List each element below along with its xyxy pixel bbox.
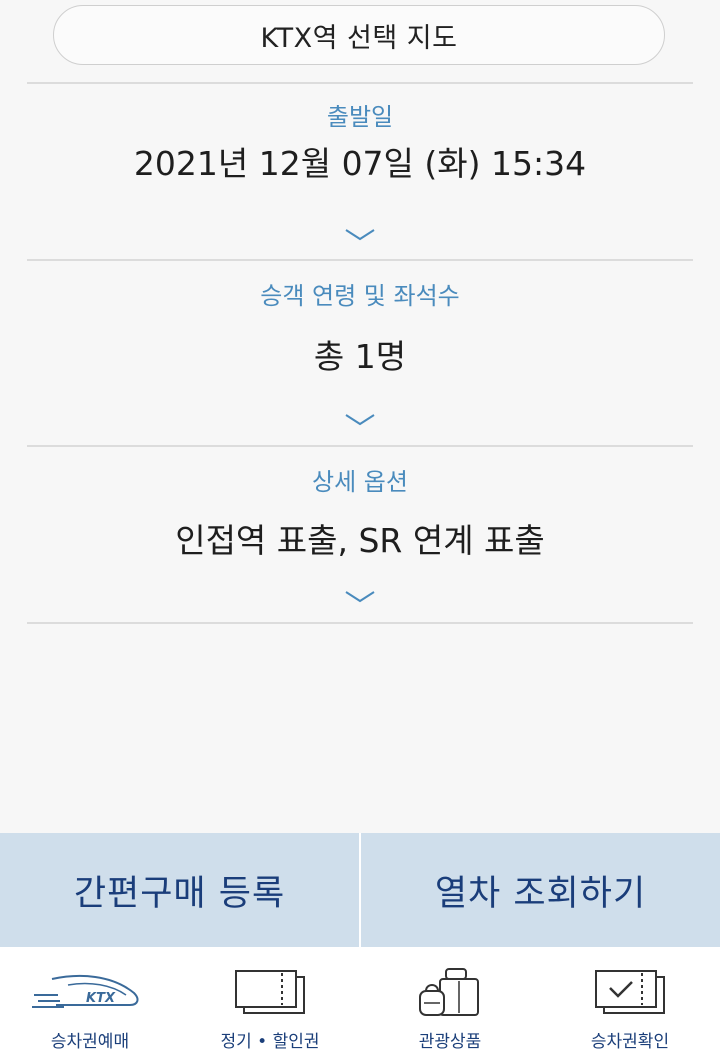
options-selector[interactable]: 상세 옵션 인접역 표출, SR 연계 표출 xyxy=(27,447,693,623)
passenger-label: 승객 연령 및 좌석수 xyxy=(260,282,460,310)
ticket-icon xyxy=(235,970,305,1014)
tab-label: 정기 • 할인권 xyxy=(220,1032,320,1052)
quick-purchase-button[interactable]: 간편구매 등록 xyxy=(0,833,359,947)
tab-travel-products[interactable]: 관광상품 xyxy=(360,947,540,1056)
tab-label: 승차권확인 xyxy=(590,1032,670,1052)
tab-ticket-confirmation[interactable]: 승차권확인 xyxy=(540,947,720,1056)
passenger-selector[interactable]: 승객 연령 및 좌석수 총 1명 xyxy=(27,261,693,445)
departure-label: 출발일 xyxy=(326,103,394,131)
ktx-train-icon: KTX xyxy=(32,974,139,1008)
options-label: 상세 옵션 xyxy=(312,468,408,496)
ticket-check-icon xyxy=(595,970,665,1014)
bottom-tab-bar: KTX 승차권예매 정기 • 할인권 관광상품 승차권확인 xyxy=(0,947,720,1056)
station-map-button[interactable]: KTX역 선택 지도 xyxy=(53,5,665,65)
passenger-value: 총 1명 xyxy=(313,337,407,376)
departure-value: 2021년 12월 07일 (화) 15:34 xyxy=(133,144,587,183)
luggage-icon xyxy=(419,968,479,1016)
tab-label: 승차권예매 xyxy=(50,1032,130,1052)
ktx-logo-text: KTX xyxy=(86,991,116,1006)
tab-label: 관광상품 xyxy=(418,1032,482,1052)
tab-ticket-booking[interactable]: KTX 승차권예매 xyxy=(0,947,180,1056)
search-train-button[interactable]: 열차 조회하기 xyxy=(361,833,720,947)
options-value: 인접역 표출, SR 연계 표출 xyxy=(175,521,545,560)
departure-date-selector[interactable]: 출발일 2021년 12월 07일 (화) 15:34 xyxy=(27,84,693,260)
chevron-down-icon xyxy=(345,229,375,241)
tab-commuter-discount[interactable]: 정기 • 할인권 xyxy=(180,947,360,1056)
chevron-down-icon xyxy=(345,591,375,603)
action-bar: 간편구매 등록 열차 조회하기 xyxy=(0,833,720,947)
chevron-down-icon xyxy=(345,414,375,426)
divider xyxy=(27,622,693,624)
